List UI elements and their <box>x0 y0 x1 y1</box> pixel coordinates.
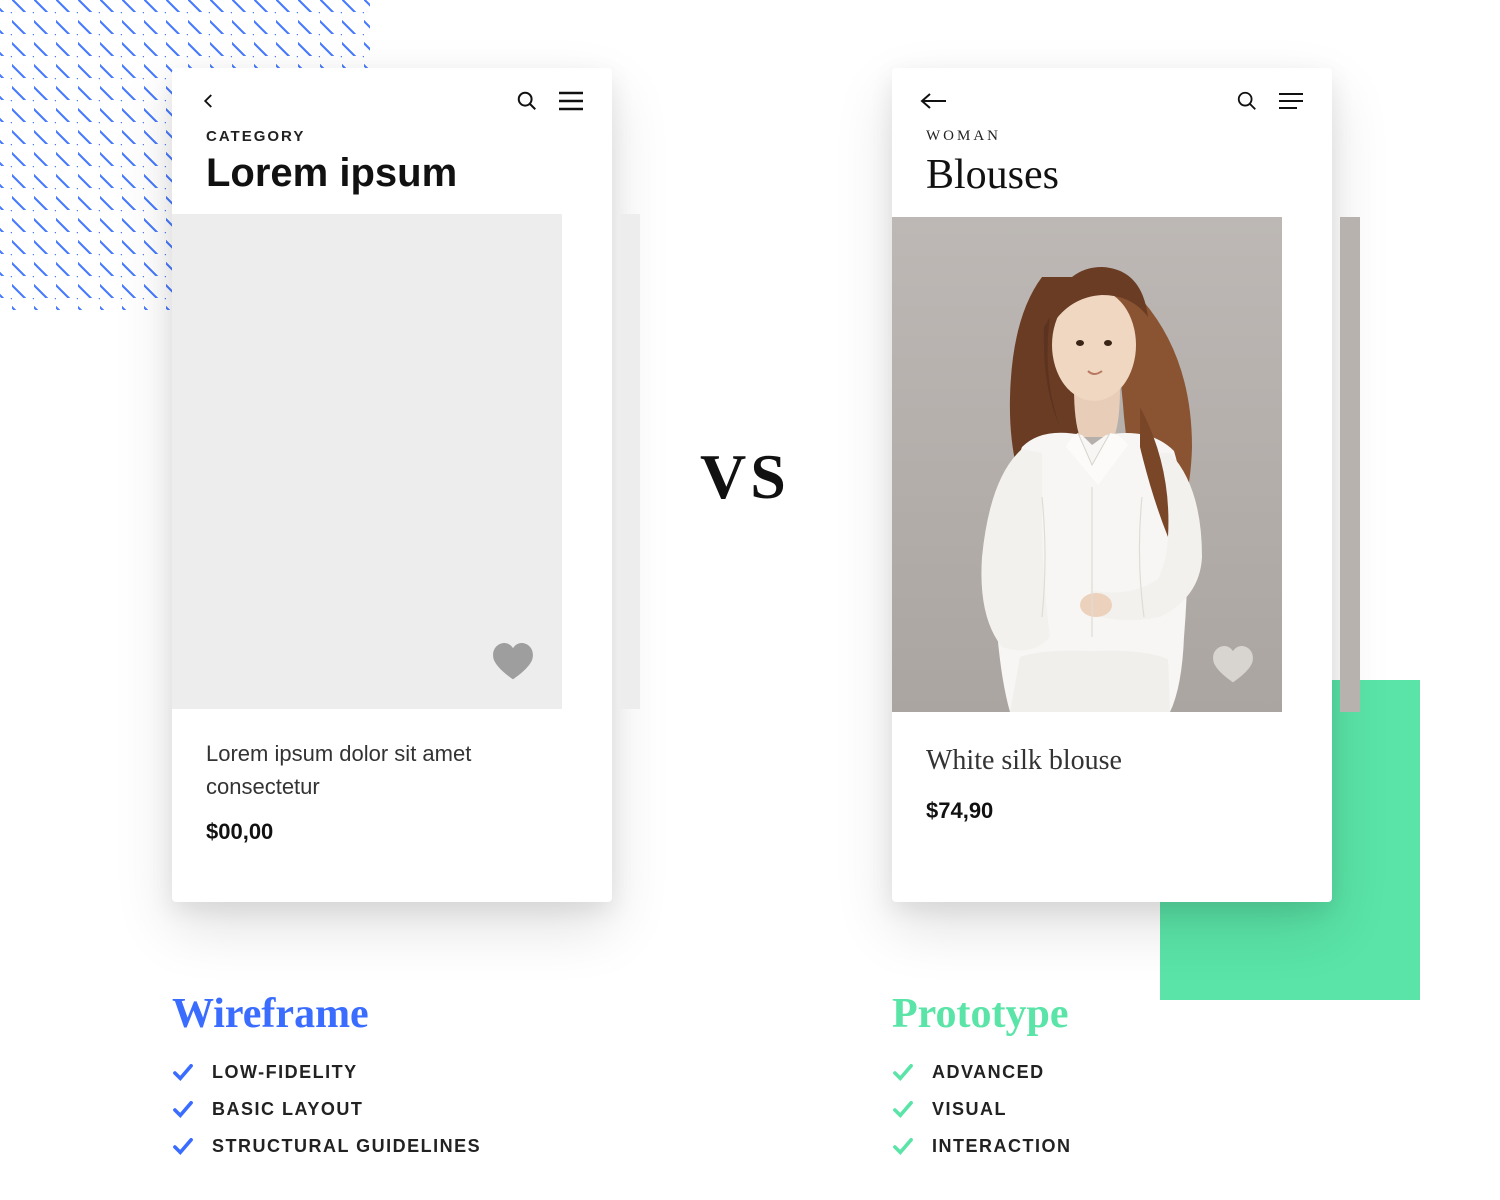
prototype-section-title: Prototype <box>892 990 1072 1038</box>
check-icon <box>172 1138 194 1156</box>
wireframe-section-title: Wireframe <box>172 990 481 1038</box>
wireframe-next-card-peek <box>620 214 640 709</box>
back-icon[interactable] <box>200 92 218 110</box>
prototype-phone-mockup: WOMAN Blouses <box>892 68 1332 902</box>
prototype-product-info: White silk blouse $74,90 <box>892 712 1332 860</box>
wireframe-category-label: CATEGORY <box>206 128 578 145</box>
search-icon[interactable] <box>1236 90 1258 112</box>
prototype-bullet: ADVANCED <box>932 1062 1045 1083</box>
wireframe-product-name: Lorem ipsum dolor sit amet consectetur <box>206 737 578 803</box>
heart-icon[interactable] <box>492 643 534 681</box>
prototype-topbar <box>892 68 1332 122</box>
wireframe-page-title: Lorem ipsum <box>206 151 578 196</box>
check-icon <box>172 1101 194 1119</box>
wireframe-bullet: LOW-FIDELITY <box>212 1062 358 1083</box>
prototype-bullet: INTERACTION <box>932 1136 1072 1157</box>
wireframe-header: CATEGORY Lorem ipsum <box>172 122 612 214</box>
search-icon[interactable] <box>516 90 538 112</box>
list-item: BASIC LAYOUT <box>172 1099 481 1120</box>
list-item: INTERACTION <box>892 1136 1072 1157</box>
prototype-product-image[interactable] <box>892 217 1282 712</box>
check-icon <box>892 1101 914 1119</box>
back-arrow-icon[interactable] <box>920 92 948 110</box>
wireframe-product-image-placeholder[interactable] <box>172 214 562 709</box>
prototype-next-card-peek <box>1340 217 1360 712</box>
wireframe-phone-mockup: CATEGORY Lorem ipsum Lorem ipsum dolor s… <box>172 68 612 902</box>
list-item: LOW-FIDELITY <box>172 1062 481 1083</box>
vs-divider: VS <box>700 440 790 514</box>
list-item: STRUCTURAL GUIDELINES <box>172 1136 481 1157</box>
prototype-product-name: White silk blouse <box>926 740 1298 782</box>
heart-icon[interactable] <box>1212 646 1254 684</box>
prototype-bullet: VISUAL <box>932 1099 1007 1120</box>
wireframe-bullet: BASIC LAYOUT <box>212 1099 363 1120</box>
prototype-page-title: Blouses <box>926 151 1298 199</box>
wireframe-product-info: Lorem ipsum dolor sit amet consectetur $… <box>172 709 612 881</box>
menu-icon[interactable] <box>1278 92 1304 110</box>
prototype-product-price: $74,90 <box>926 798 1298 824</box>
prototype-header: WOMAN Blouses <box>892 122 1332 217</box>
prototype-section: Prototype ADVANCED VISUAL INTERACTION <box>892 990 1072 1173</box>
wireframe-topbar <box>172 68 612 122</box>
list-item: VISUAL <box>892 1099 1072 1120</box>
wireframe-section: Wireframe LOW-FIDELITY BASIC LAYOUT STRU… <box>172 990 481 1173</box>
check-icon <box>892 1064 914 1082</box>
list-item: ADVANCED <box>892 1062 1072 1083</box>
model-photo-illustration <box>892 217 1282 712</box>
wireframe-bullet: STRUCTURAL GUIDELINES <box>212 1136 481 1157</box>
wireframe-product-price: $00,00 <box>206 819 578 845</box>
check-icon <box>892 1138 914 1156</box>
prototype-category-label: WOMAN <box>926 128 1298 145</box>
menu-icon[interactable] <box>558 91 584 111</box>
check-icon <box>172 1064 194 1082</box>
